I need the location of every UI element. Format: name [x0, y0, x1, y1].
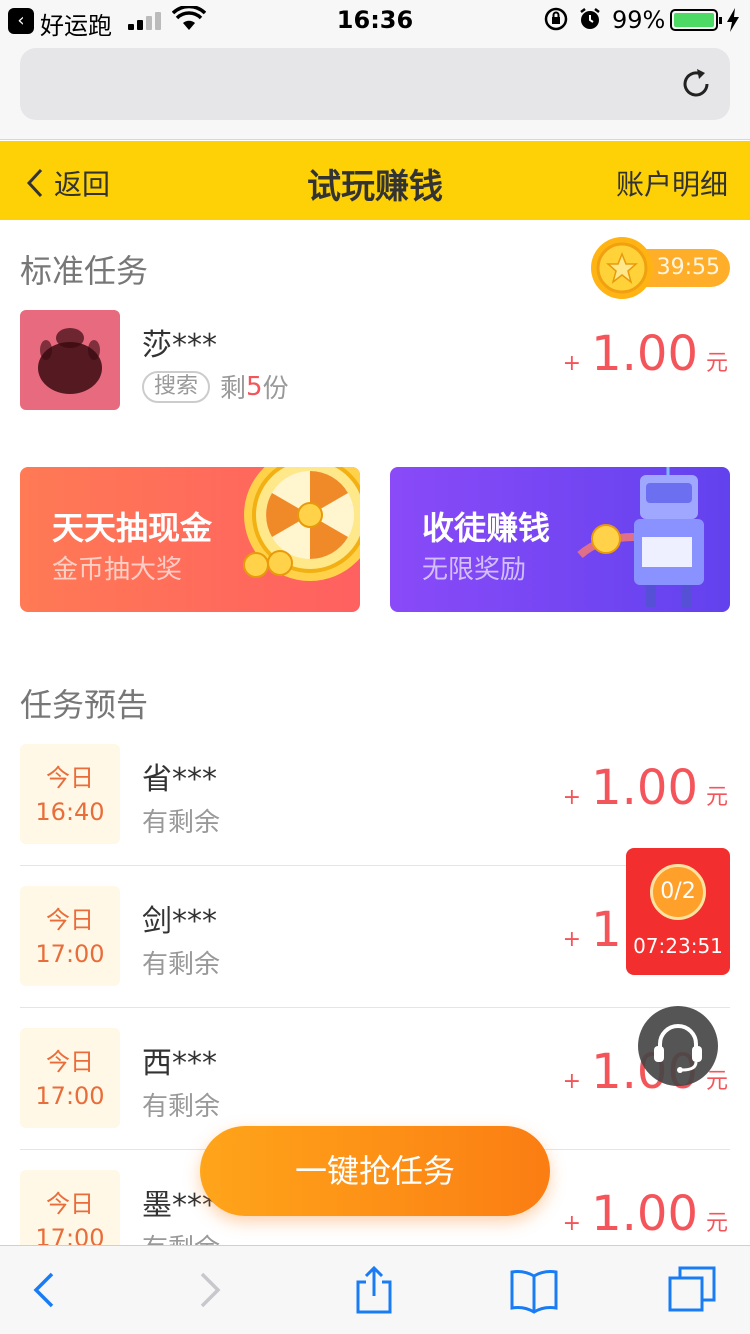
task-status: 有剩余 [142, 950, 221, 980]
schedule-time: 17:00 [35, 940, 105, 968]
task-name: 剑*** [142, 904, 217, 939]
schedule-time: 17:00 [35, 1082, 105, 1110]
bookmarks-icon[interactable] [508, 1264, 560, 1316]
reward-amount: 1.00 [591, 1186, 698, 1242]
remain-count: 5 [246, 371, 263, 402]
tabs-icon[interactable] [666, 1264, 718, 1316]
reward-unit: 元 [705, 351, 728, 376]
app-header: 返回 试玩赚钱 账户明细 [0, 141, 750, 220]
task-meta: 搜索 剩 5 份 [142, 368, 289, 405]
status-bar: ‹ 好运跑 16:36 99% [0, 0, 750, 40]
section-title-standard: 标准任务 [20, 252, 149, 290]
lottery-title: 天天抽现金 [52, 509, 213, 547]
gold-coin-icon [591, 237, 653, 299]
task-name: 莎*** [142, 328, 217, 363]
reward-plus: + [562, 1069, 582, 1094]
recruit-banner[interactable]: 收徒赚钱 无限奖励 [390, 467, 730, 612]
task-reward: + 1.00 元 [563, 326, 728, 382]
section-title-preview: 任务预告 [20, 686, 149, 724]
reward-unit: 元 [705, 785, 728, 810]
forward-arrow-icon[interactable] [184, 1264, 236, 1316]
coin-timer[interactable]: 39:55 [590, 236, 730, 300]
task-status: 有剩余 [142, 1092, 221, 1122]
account-detail-link[interactable]: 账户明细 [616, 163, 728, 203]
browser-address-bar [0, 40, 750, 140]
reward-plus: + [562, 785, 582, 810]
task-app-icon [20, 310, 120, 410]
battery-icon [670, 9, 722, 31]
schedule-day: 今日 [46, 1190, 94, 1218]
back-arrow-icon[interactable] [18, 1264, 70, 1316]
floating-countdown[interactable]: 0/2 07:23:51 [626, 848, 730, 975]
url-field[interactable] [20, 48, 730, 120]
task-reward: + 1.00 元 [563, 1186, 728, 1242]
reward-plus: + [562, 927, 582, 952]
countdown-timer: 07:23:51 [633, 934, 723, 958]
battery-percentage: 99% [612, 6, 666, 34]
share-icon[interactable] [348, 1264, 400, 1316]
grab-task-button[interactable]: 一键抢任务 [200, 1126, 550, 1216]
task-name: 省*** [142, 762, 217, 797]
recruit-title: 收徒赚钱 [422, 509, 551, 547]
schedule-date: 今日 17:00 [20, 886, 120, 986]
lottery-subtitle: 金币抽大奖 [52, 555, 183, 585]
divider [20, 1007, 730, 1008]
remain-suffix: 份 [262, 374, 289, 404]
task-status: 有剩余 [142, 808, 221, 838]
schedule-date: 今日 17:00 [20, 1028, 120, 1128]
schedule-day: 今日 [46, 906, 94, 934]
prize-wheel-icon [243, 467, 360, 581]
charging-icon [727, 8, 739, 32]
task-tag: 搜索 [142, 370, 211, 403]
schedule-time: 16:40 [35, 798, 105, 826]
reward-plus: + [562, 1211, 582, 1236]
reward-amount: 1.00 [591, 326, 698, 382]
customer-service-button[interactable] [638, 1006, 718, 1086]
reward-amount: 1.00 [591, 760, 698, 816]
alarm-icon [580, 8, 600, 29]
browser-toolbar [0, 1245, 750, 1334]
reward-unit: 元 [705, 1211, 728, 1236]
remain-prefix: 剩 [220, 374, 247, 404]
reload-icon[interactable] [678, 66, 714, 102]
lottery-banner[interactable]: 天天抽现金 金币抽大奖 [20, 467, 360, 612]
robot-icon [577, 467, 704, 607]
countdown-progress: 0/2 [650, 864, 706, 920]
schedule-day: 今日 [46, 764, 94, 792]
schedule-day: 今日 [46, 1048, 94, 1076]
reward-plus: + [562, 351, 582, 376]
task-reward: + 1.00 元 [563, 760, 728, 816]
divider [20, 865, 730, 866]
rotation-lock-icon [544, 7, 568, 31]
schedule-date: 今日 16:40 [20, 744, 120, 844]
task-name: 西*** [142, 1046, 217, 1081]
recruit-subtitle: 无限奖励 [422, 555, 527, 585]
headset-icon [654, 1024, 702, 1073]
